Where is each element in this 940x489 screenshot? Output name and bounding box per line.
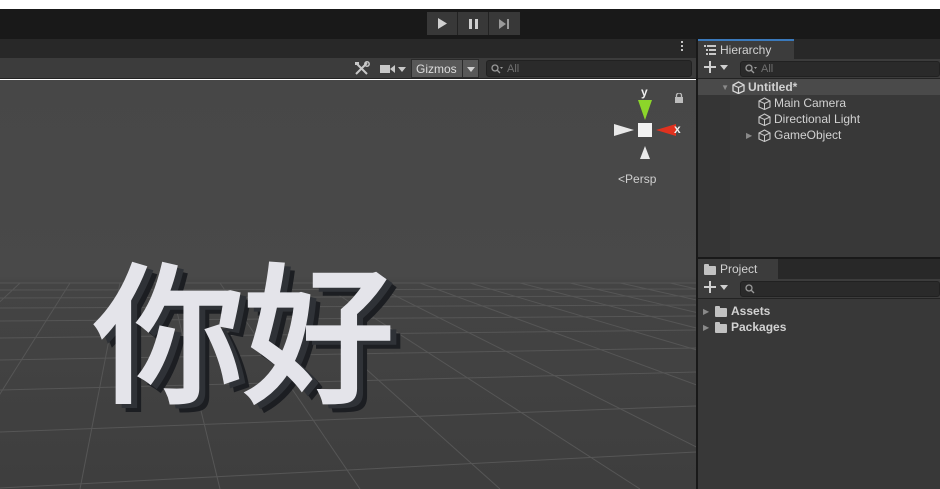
- chevron-down-icon: [720, 65, 728, 70]
- scene-tab-bar: [0, 39, 696, 58]
- project-tree: ▶ Assets ▶ Packages: [698, 299, 940, 489]
- search-icon: [491, 63, 503, 73]
- tab-project[interactable]: Project: [698, 259, 778, 279]
- camera-icon: [380, 64, 395, 73]
- gameobject-icon: [758, 96, 774, 110]
- plus-icon: [704, 61, 716, 73]
- scene-search-input[interactable]: All: [486, 60, 692, 77]
- step-button[interactable]: [489, 12, 520, 35]
- hierarchy-icon: [704, 45, 716, 55]
- tab-project-label: Project: [720, 262, 758, 276]
- gizmo-axis-x: x: [674, 122, 681, 136]
- create-dropdown[interactable]: [704, 281, 729, 293]
- chevron-down-icon[interactable]: [462, 60, 478, 77]
- top-margin: [0, 0, 940, 9]
- folder-icon: [715, 321, 731, 333]
- gizmos-label: Gizmos: [416, 61, 457, 76]
- projection-toggle[interactable]: <Persp: [618, 172, 656, 186]
- search-placeholder: All: [507, 62, 520, 75]
- folder-label: Assets: [731, 304, 771, 318]
- tree-item[interactable]: Main Camera: [698, 95, 940, 111]
- expand-arrow-icon[interactable]: ▶: [703, 307, 715, 316]
- expand-arrow-icon[interactable]: ▶: [746, 131, 758, 140]
- more-options-icon[interactable]: [680, 41, 684, 55]
- create-dropdown[interactable]: [704, 61, 729, 73]
- scene-viewport[interactable]: 你好 你好 你好 y x <Persp: [0, 80, 696, 489]
- plus-icon: [704, 281, 716, 293]
- lock-icon[interactable]: [674, 92, 684, 106]
- chevron-down-icon: [398, 66, 406, 72]
- hierarchy-tree: ▼ Untitled* Main Camera Directional Ligh…: [698, 79, 940, 257]
- folder-icon: [715, 305, 731, 317]
- search-placeholder: All: [761, 63, 774, 75]
- playmode-controls: [427, 12, 521, 35]
- camera-settings-button[interactable]: [379, 60, 411, 77]
- tree-item[interactable]: Directional Light: [698, 111, 940, 127]
- search-icon: [745, 284, 755, 294]
- play-icon: [438, 18, 447, 29]
- 3d-text-object: 你好 你好 你好: [93, 252, 404, 434]
- scene-text-face: 你好: [93, 252, 394, 426]
- project-tab-bar: Project: [698, 259, 940, 279]
- scene-toolbar: Gizmos All: [0, 58, 696, 79]
- tree-item-label: Main Camera: [774, 96, 847, 110]
- perspective-icon: <: [618, 172, 626, 186]
- gizmos-dropdown[interactable]: Gizmos: [411, 59, 479, 78]
- tree-item-scene[interactable]: ▼ Untitled*: [698, 79, 940, 95]
- gameobject-icon: [758, 128, 774, 142]
- unity-scene-icon: [732, 80, 748, 94]
- hierarchy-tab-bar: Hierarchy: [698, 39, 940, 59]
- pause-button[interactable]: [458, 12, 489, 35]
- gizmo-axis-y: y: [641, 85, 648, 99]
- main-toolbar: [0, 9, 940, 39]
- tab-hierarchy[interactable]: Hierarchy: [698, 39, 794, 59]
- tab-hierarchy-label: Hierarchy: [720, 43, 772, 57]
- pause-icon: [468, 18, 478, 29]
- search-icon: [745, 64, 757, 74]
- chevron-down-icon: [720, 285, 728, 290]
- folder-item-packages[interactable]: ▶ Packages: [698, 319, 940, 335]
- folder-icon: [704, 263, 716, 275]
- project-toolbar: [698, 279, 940, 299]
- gameobject-icon: [758, 112, 774, 126]
- hierarchy-search-input[interactable]: All: [740, 61, 940, 77]
- hierarchy-toolbar: All: [698, 59, 940, 79]
- tree-item[interactable]: ▶ GameObject: [698, 127, 940, 143]
- scene-name: Untitled*: [748, 80, 798, 94]
- tools-icon[interactable]: [353, 60, 371, 77]
- scene-grid: 你好 你好 你好 y x: [0, 80, 696, 489]
- play-button[interactable]: [427, 12, 458, 35]
- expand-arrow-icon[interactable]: ▶: [703, 323, 715, 332]
- folder-label: Packages: [731, 320, 787, 334]
- step-icon: [499, 18, 509, 29]
- folder-item-assets[interactable]: ▶ Assets: [698, 303, 940, 319]
- project-search-input[interactable]: [740, 281, 940, 297]
- expand-arrow-icon[interactable]: ▼: [698, 83, 732, 92]
- tree-item-label: Directional Light: [774, 112, 861, 126]
- tree-item-label: GameObject: [774, 128, 842, 142]
- projection-label: Persp: [625, 172, 657, 186]
